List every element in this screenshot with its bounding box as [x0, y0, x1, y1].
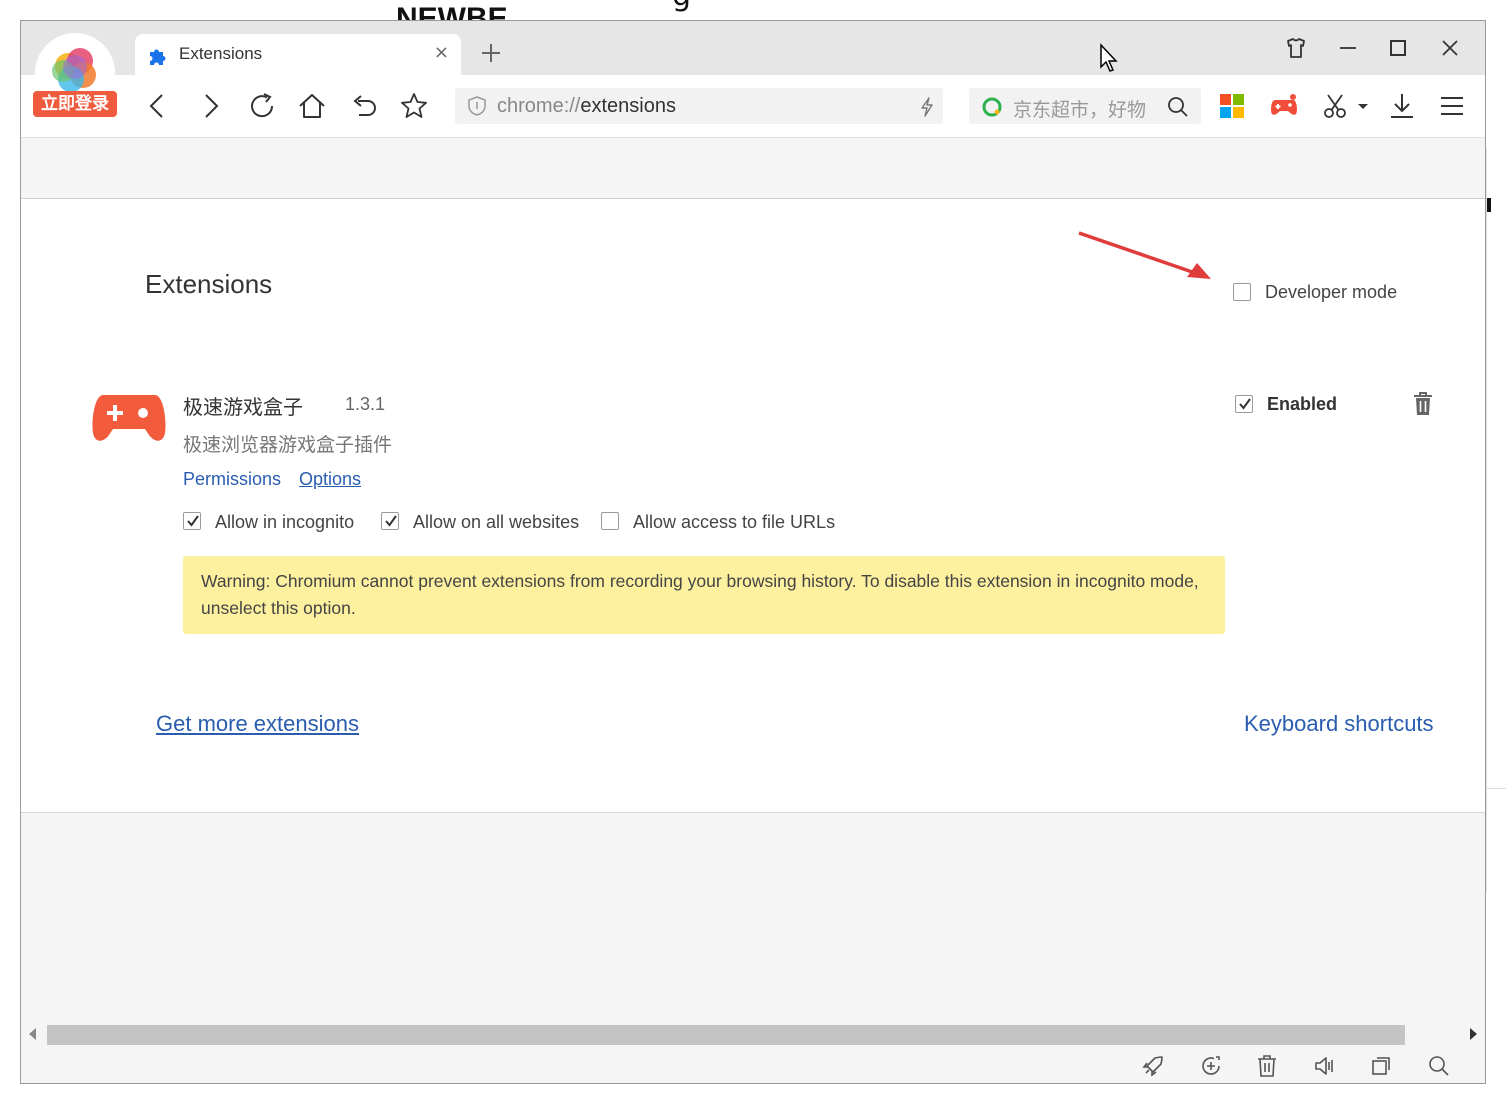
get-more-extensions-link[interactable]: Get more extensions	[156, 711, 359, 737]
url-host: extensions	[580, 95, 676, 117]
scroll-right-icon[interactable]	[1469, 1028, 1477, 1040]
window-icon[interactable]	[1369, 1054, 1393, 1078]
scrollbar-thumb[interactable]	[47, 1025, 1405, 1045]
close-icon[interactable]: ×	[434, 42, 449, 63]
undo-icon[interactable]	[349, 91, 379, 121]
dropdown-icon[interactable]	[1355, 91, 1371, 121]
login-badge[interactable]: 立即登录	[33, 91, 117, 117]
allow-file-urls-checkbox[interactable]	[601, 512, 619, 530]
developer-mode-label[interactable]: Developer mode	[1265, 282, 1397, 303]
tab-title: Extensions	[179, 44, 263, 63]
extension-name: 极速游戏盒子	[183, 395, 303, 419]
shield-icon[interactable]	[467, 96, 487, 116]
menu-icon[interactable]	[1437, 91, 1467, 121]
search-logo-icon	[982, 97, 1002, 117]
extension-description: 极速浏览器游戏盒子插件	[183, 434, 393, 456]
allow-incognito-checkbox[interactable]	[183, 512, 201, 530]
user-avatar[interactable]: 立即登录	[33, 33, 117, 123]
scissors-icon[interactable]	[1321, 91, 1351, 121]
extension-version: 1.3.1	[345, 394, 386, 414]
bolt-icon[interactable]	[919, 97, 935, 117]
delete-icon[interactable]	[1255, 1054, 1279, 1078]
close-window-icon[interactable]	[1437, 35, 1463, 61]
checkmark-icon	[187, 515, 199, 527]
home-icon[interactable]	[297, 91, 327, 121]
page-title: Extensions	[145, 269, 273, 299]
enabled-checkbox[interactable]	[1235, 395, 1253, 413]
checkmark-icon	[385, 515, 397, 527]
scroll-left-icon[interactable]	[29, 1028, 37, 1040]
allow-all-sites-label[interactable]: Allow on all websites	[413, 512, 579, 533]
rocket-icon[interactable]	[1141, 1054, 1165, 1078]
puzzle-icon	[150, 49, 166, 65]
url-text[interactable]: chrome://extensions	[497, 95, 676, 118]
speaker-icon[interactable]	[1313, 1054, 1337, 1078]
star-icon[interactable]	[399, 91, 429, 121]
annotation-arrow	[1078, 231, 1211, 279]
options-link[interactable]: Options	[299, 469, 361, 490]
background-text: NEWBE	[396, 2, 508, 20]
back-icon[interactable]	[143, 91, 173, 121]
gamepad-icon	[92, 395, 166, 441]
magnifier-icon[interactable]	[1427, 1054, 1451, 1078]
reload-icon[interactable]	[247, 91, 277, 121]
search-box[interactable]: 京东超市，好物	[969, 88, 1201, 124]
trash-icon[interactable]	[1411, 391, 1435, 417]
extensions-page: Extensions Developer mode 极速游戏盒子 1.3.1 极…	[21, 199, 1485, 813]
title-bar: Extensions ×	[21, 21, 1485, 76]
plus-icon[interactable]	[477, 39, 505, 67]
maximize-icon[interactable]	[1385, 35, 1411, 61]
url-scheme: chrome://	[497, 95, 581, 117]
add-circle-icon[interactable]	[1199, 1054, 1223, 1078]
address-bar[interactable]: chrome://extensions	[455, 88, 943, 124]
background-text-fragment: g	[672, 0, 691, 13]
forward-icon[interactable]	[195, 91, 225, 121]
search-icon[interactable]	[1167, 96, 1189, 118]
background-window-edge	[1486, 148, 1506, 892]
skin-icon[interactable]	[1283, 35, 1309, 61]
mouse-cursor-icon	[1100, 43, 1118, 72]
allow-all-sites-checkbox[interactable]	[381, 512, 399, 530]
download-icon[interactable]	[1387, 91, 1417, 121]
incognito-warning: Warning: Chromium cannot prevent extensi…	[183, 556, 1225, 634]
horizontal-scrollbar[interactable]	[21, 1023, 1485, 1045]
permissions-link[interactable]: Permissions	[183, 469, 281, 490]
tab-extensions[interactable]: Extensions ×	[135, 34, 461, 76]
apps-icon[interactable]	[1217, 91, 1247, 121]
bookmark-strip	[21, 137, 1485, 199]
keyboard-shortcuts-link[interactable]: Keyboard shortcuts	[1244, 711, 1434, 737]
minimize-icon[interactable]	[1335, 35, 1361, 61]
status-bar	[21, 1047, 1485, 1083]
enabled-label[interactable]: Enabled	[1267, 394, 1337, 415]
allow-file-urls-label[interactable]: Allow access to file URLs	[633, 512, 835, 533]
search-input[interactable]: 京东超市，好物	[1013, 95, 1155, 119]
checkmark-icon	[1239, 398, 1251, 410]
gamepad-icon[interactable]	[1269, 91, 1299, 121]
browser-window: Extensions × 立即登录 chrome://extensions 京东…	[20, 20, 1486, 1084]
allow-incognito-label[interactable]: Allow in incognito	[215, 512, 354, 533]
developer-mode-checkbox[interactable]	[1233, 283, 1251, 301]
